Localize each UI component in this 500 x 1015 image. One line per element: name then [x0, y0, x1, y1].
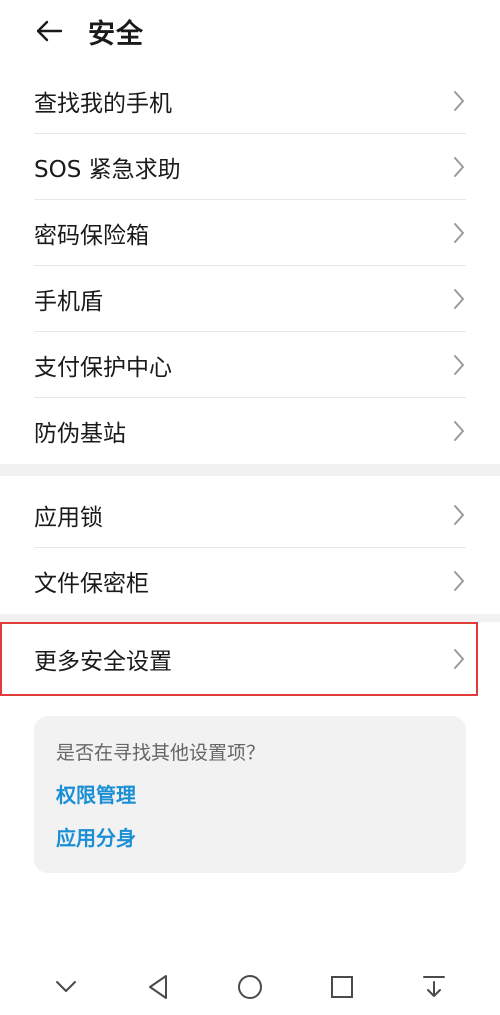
chevron-right-icon: [452, 569, 466, 593]
row-find-my-phone[interactable]: 查找我的手机: [34, 68, 466, 134]
row-label: 文件保密柜: [34, 571, 149, 597]
row-file-safe[interactable]: 文件保密柜: [34, 548, 466, 614]
row-password-vault[interactable]: 密码保险箱: [34, 200, 466, 266]
row-sos[interactable]: SOS 紧急求助: [34, 134, 466, 200]
chevron-right-icon: [452, 155, 466, 179]
row-phone-shield[interactable]: 手机盾: [34, 266, 466, 332]
page-title: 安全: [88, 18, 144, 50]
chevron-right-icon: [452, 221, 466, 245]
chevron-right-icon: [452, 287, 466, 311]
more-security-settings-wrap: 更多安全设置: [0, 622, 500, 698]
row-label: 支付保护中心: [34, 354, 172, 381]
row-more-security-settings[interactable]: 更多安全设置: [34, 622, 466, 696]
link-permission-management[interactable]: 权限管理: [56, 779, 444, 808]
chevron-right-icon: [452, 419, 466, 443]
row-label: 手机盾: [34, 288, 103, 315]
row-app-lock[interactable]: 应用锁: [34, 482, 466, 548]
section-divider: [0, 614, 500, 622]
section-divider: [0, 464, 500, 476]
row-label: 防伪基站: [34, 421, 126, 447]
row-payment-protection[interactable]: 支付保护中心: [34, 332, 466, 398]
back-arrow-icon[interactable]: [34, 16, 64, 46]
chevron-right-icon: [452, 647, 466, 671]
chevron-right-icon: [452, 89, 466, 113]
chevron-right-icon: [452, 503, 466, 527]
header: 安全: [0, 0, 500, 62]
row-label: 密码保险箱: [34, 222, 149, 249]
link-app-twin[interactable]: 应用分身: [56, 822, 444, 851]
recents-square-icon[interactable]: [322, 967, 362, 1007]
row-fake-base-station[interactable]: 防伪基站: [34, 398, 466, 464]
row-label: SOS 紧急求助: [34, 156, 181, 183]
system-navbar: [0, 959, 500, 1015]
row-label: 查找我的手机: [34, 90, 172, 117]
home-circle-icon[interactable]: [230, 967, 270, 1007]
suggestion-card: 是否在寻找其他设置项？ 权限管理 应用分身: [34, 716, 466, 873]
chevron-right-icon: [452, 353, 466, 377]
settings-group-2: 应用锁 文件保密柜: [0, 482, 500, 614]
collapse-down-icon[interactable]: [46, 967, 86, 1007]
back-triangle-icon[interactable]: [138, 967, 178, 1007]
notification-pull-icon[interactable]: [414, 967, 454, 1007]
row-label: 更多安全设置: [34, 649, 172, 675]
row-label: 应用锁: [34, 504, 103, 531]
suggestion-title: 是否在寻找其他设置项？: [56, 742, 266, 764]
settings-group-1: 查找我的手机 SOS 紧急求助 密码保险箱 手机盾 支付保护中心 防伪基站: [0, 68, 500, 464]
